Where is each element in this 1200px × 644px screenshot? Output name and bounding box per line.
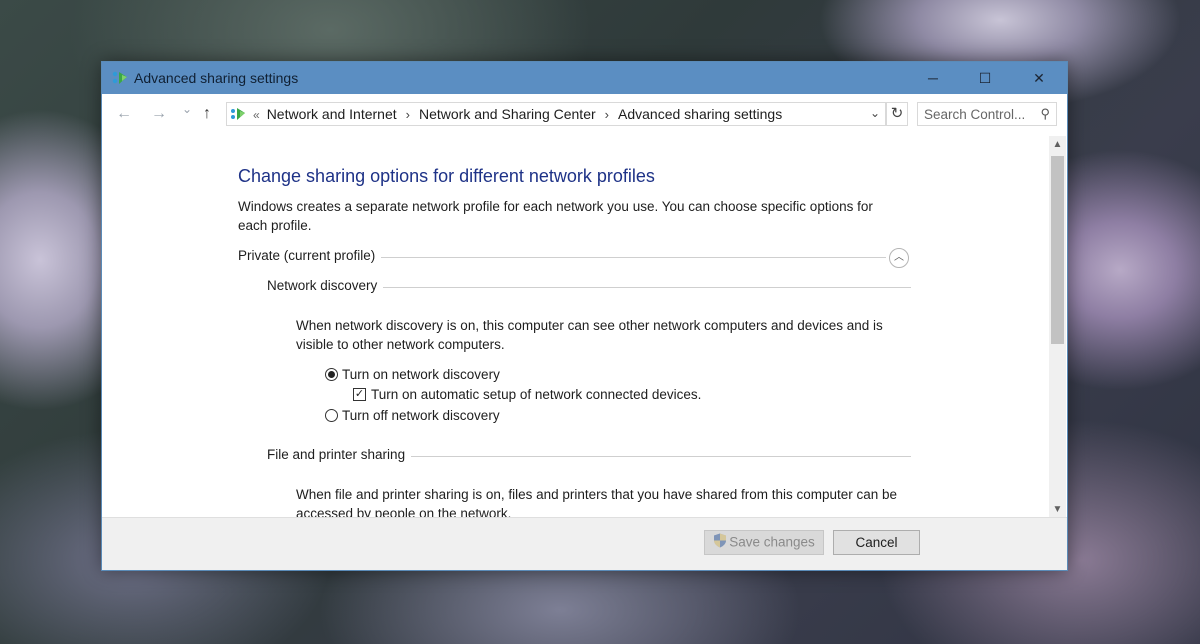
search-box[interactable]: ⚲	[917, 102, 1057, 126]
scroll-down-arrow-icon[interactable]: ▼	[1049, 501, 1066, 518]
refresh-icon[interactable]: ↻	[886, 102, 908, 126]
save-changes-label[interactable]: Save changes	[729, 534, 815, 549]
dialog-footer: Save changes Cancel	[102, 517, 1067, 570]
auto-setup-checkbox[interactable]: ✓	[353, 387, 366, 401]
network-sharing-icon	[112, 70, 130, 86]
breadcrumb-network-sharing-center[interactable]: Network and Sharing Center	[419, 106, 596, 122]
network-discovery-description: When network discovery is on, this compu…	[296, 318, 883, 352]
turn-off-discovery-label[interactable]: Turn off network discovery	[342, 408, 500, 423]
search-input[interactable]	[924, 105, 1032, 123]
cancel-button[interactable]: Cancel	[833, 530, 920, 555]
window-title: Advanced sharing settings	[134, 70, 299, 86]
turn-on-discovery-label[interactable]: Turn on network discovery	[342, 367, 500, 382]
up-arrow-icon[interactable]: ↑	[203, 105, 211, 123]
breadcrumb-separator-icon[interactable]: ›	[605, 107, 609, 122]
advanced-sharing-window: Advanced sharing settings ─ ☐ ✕ ← → ⌄ ↑ …	[101, 61, 1068, 571]
scroll-up-arrow-icon[interactable]: ▲	[1049, 136, 1066, 153]
vertical-scrollbar[interactable]: ▲ ▼	[1049, 136, 1066, 518]
address-dropdown-chevron-icon[interactable]: ⌄	[870, 106, 880, 120]
search-icon[interactable]: ⚲	[1040, 106, 1050, 122]
auto-setup-label[interactable]: Turn on automatic setup of network conne…	[371, 387, 701, 402]
file-printer-sharing-label: File and printer sharing	[267, 447, 412, 462]
address-bar[interactable]: « Network and Internet › Network and Sharin…	[226, 102, 886, 126]
maximize-button[interactable]: ☐	[962, 62, 1008, 94]
network-location-icon	[230, 107, 248, 121]
auto-setup-option[interactable]: ✓ Turn on automatic setup of network conn…	[353, 387, 701, 402]
address-toolbar: ← → ⌄ ↑ « Network and Internet › Network an…	[102, 94, 1067, 136]
page-title: Change sharing options for different net…	[238, 166, 655, 186]
minimize-button[interactable]: ─	[910, 62, 956, 94]
save-changes-button[interactable]: Save changes	[704, 530, 824, 555]
close-button[interactable]: ✕	[1016, 62, 1062, 94]
forward-arrow-icon[interactable]: →	[151, 105, 167, 123]
turn-off-discovery-option[interactable]: Turn off network discovery	[325, 408, 500, 423]
back-arrow-icon[interactable]: ←	[116, 105, 132, 123]
private-profile-label: Private (current profile)	[238, 248, 382, 263]
uac-shield-icon	[713, 533, 727, 551]
file-printer-sharing-header: File and printer sharing	[267, 447, 911, 467]
breadcrumb-advanced-sharing-settings[interactable]: Advanced sharing settings	[618, 106, 782, 122]
network-discovery-header: Network discovery	[267, 278, 911, 298]
network-discovery-label: Network discovery	[267, 278, 384, 293]
private-profile-header[interactable]: Private (current profile) ︿	[238, 248, 910, 268]
breadcrumb: « Network and Internet › Network and Sharin…	[253, 106, 782, 122]
breadcrumb-overflow-icon[interactable]: «	[253, 108, 260, 122]
collapse-chevron-icon[interactable]: ︿	[889, 248, 909, 268]
intro-text: Windows creates a separate network profi…	[238, 199, 873, 233]
breadcrumb-network-and-internet[interactable]: Network and Internet	[267, 106, 397, 122]
title-bar[interactable]: Advanced sharing settings ─ ☐ ✕	[102, 62, 1067, 94]
turn-on-discovery-option[interactable]: Turn on network discovery	[325, 367, 500, 382]
settings-content: Change sharing options for different net…	[102, 136, 1049, 518]
file-printer-sharing-description: When file and printer sharing is on, fil…	[296, 487, 898, 518]
scrollbar-thumb[interactable]	[1051, 156, 1064, 344]
breadcrumb-separator-icon[interactable]: ›	[406, 107, 410, 122]
turn-on-discovery-radio[interactable]	[325, 367, 338, 381]
turn-off-discovery-radio[interactable]	[325, 408, 338, 422]
recent-locations-chevron-icon[interactable]: ⌄	[182, 102, 192, 116]
